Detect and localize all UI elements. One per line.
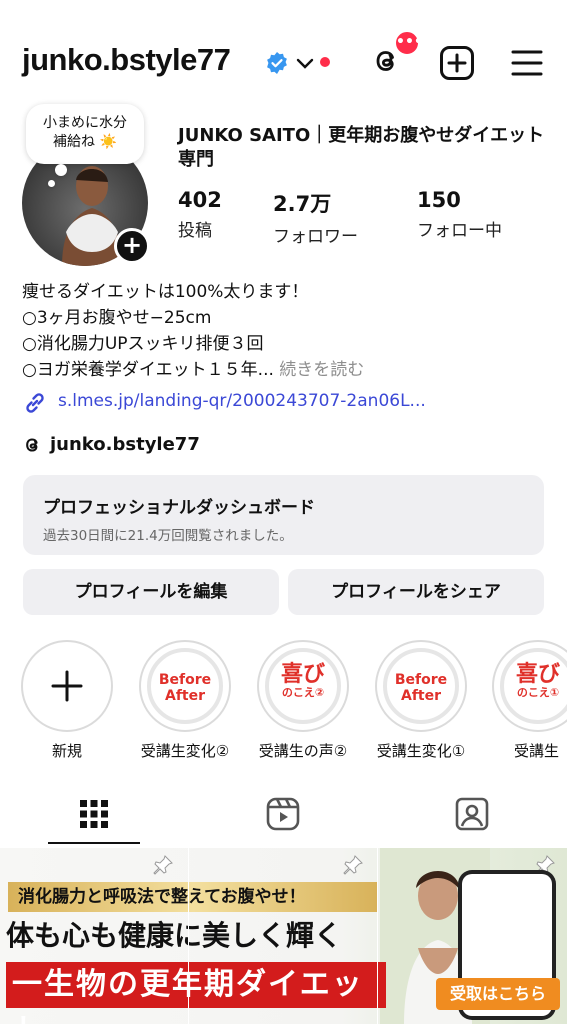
tagged-tab-icon[interactable] — [454, 796, 490, 832]
highlight-ring: Before After — [139, 640, 231, 732]
highlight-label: 受講生の声② — [258, 742, 348, 760]
bio: 痩せるダイエットは100%太ります！ ○3ヶ月お腹やせ−25cm ○消化腸力UP… — [22, 279, 552, 383]
highlight-item[interactable]: 喜び のこえ② 受講生の声② — [256, 640, 350, 761]
highlight-ring: 喜び のこえ① — [492, 640, 567, 732]
stat-label: フォロワー — [273, 227, 358, 247]
verified-badge-icon — [267, 52, 287, 74]
pin-icon — [343, 855, 363, 875]
profile-tabs — [0, 786, 567, 846]
bio-line: ○ヨガ栄養学ダイエット１５年... 続きを読む — [22, 357, 552, 383]
threads-handle: junko.bstyle77 — [50, 434, 200, 455]
add-story-plus-icon[interactable]: + — [114, 228, 150, 264]
highlight-cover: Before After — [147, 648, 223, 724]
highlight-label: 受講生変化② — [140, 742, 230, 760]
highlight-ring: 喜び のこえ② — [257, 640, 349, 732]
bio-line: 痩せるダイエットは100%太ります！ — [22, 282, 309, 302]
post-tagline: 一生物の更年期ダイエット — [6, 962, 386, 1024]
share-profile-button[interactable]: プロフィールをシェア — [288, 569, 544, 615]
bio-link-text: s.lmes.jp/landing-qr/2000243707-2an06L..… — [58, 391, 426, 411]
stat-label: フォロー中 — [417, 221, 502, 241]
cover-sub: のこえ② — [281, 686, 325, 699]
chevron-down-icon[interactable] — [296, 58, 314, 70]
profile-note-bubble[interactable]: 小まめに水分 補給ね ☀️ — [26, 104, 144, 164]
threads-small-icon — [26, 438, 38, 452]
grid-tab-icon[interactable] — [76, 796, 112, 832]
top-bar: junko.bstyle77 ••• — [0, 28, 567, 96]
grid-post[interactable]: 消化腸力と呼吸法で整えてお腹やせ！ 体も心も健康に美しく輝く 一生物の更年期ダイ… — [0, 848, 567, 1024]
stat-number: 2.7万 — [273, 192, 332, 216]
highlight-cover: 喜び のこえ① — [500, 648, 567, 724]
stat-label: 投稿 — [178, 221, 212, 241]
notification-dot — [320, 57, 330, 67]
highlight-ring: Before After — [375, 640, 467, 732]
threads-notification-badge: ••• — [394, 30, 423, 56]
cover-sub: のこえ① — [516, 686, 560, 699]
post-headline: 消化腸力と呼吸法で整えてお腹やせ！ — [8, 882, 378, 912]
highlight-ring — [21, 640, 113, 732]
grid-divider — [188, 848, 189, 1024]
highlight-item[interactable]: Before After 受講生変化① — [374, 640, 468, 761]
reels-tab-icon[interactable] — [265, 796, 301, 832]
create-plus-icon[interactable] — [439, 45, 475, 81]
note-line: 小まめに水分 — [43, 115, 127, 131]
note-bubble-tail — [48, 180, 55, 187]
stat-following[interactable]: 150 フォロー中 — [417, 188, 502, 241]
grid-divider — [377, 848, 378, 1024]
bio-line-text: ○ヨガ栄養学ダイエット１５年... — [22, 360, 274, 380]
stat-posts[interactable]: 402 投稿 — [178, 188, 222, 241]
read-more-link[interactable]: 続きを読む — [279, 360, 364, 380]
link-icon — [26, 393, 44, 413]
bio-line: ○3ヶ月お腹やせ−25cm — [22, 308, 212, 328]
highlight-new[interactable]: 新規 — [20, 640, 114, 761]
note-line: 補給ね ☀️ — [53, 134, 117, 150]
post-grid: 消化腸力と呼吸法で整えてお腹やせ！ 体も心も健康に美しく輝く 一生物の更年期ダイ… — [0, 848, 567, 1024]
highlight-cover: 喜び のこえ② — [265, 648, 341, 724]
stat-number: 402 — [178, 188, 222, 212]
display-name: JUNKO SAITO｜更年期お腹やせダイエット専門 — [178, 125, 545, 170]
post-subheadline: 体も心も健康に美しく輝く — [6, 919, 343, 952]
stat-number: 150 — [417, 188, 461, 212]
stat-followers[interactable]: 2.7万 フォロワー — [273, 188, 358, 247]
cover-main: 喜び — [515, 662, 560, 687]
highlight-cover: Before After — [383, 648, 459, 724]
hamburger-menu-icon[interactable] — [510, 48, 544, 78]
plus-icon — [51, 670, 83, 702]
highlight-item[interactable]: 喜び のこえ① 受講生 — [492, 640, 567, 761]
professional-dashboard-card[interactable]: プロフェッショナルダッシュボード 過去30日間に21.4万回閲覧されました。 — [23, 475, 544, 555]
edit-profile-button[interactable]: プロフィールを編集 — [23, 569, 279, 615]
post-cta-button[interactable]: 受取はこちら — [436, 978, 560, 1010]
dashboard-subtitle: 過去30日間に21.4万回閲覧されました。 — [43, 528, 293, 544]
highlight-label: 受講生 — [514, 742, 560, 760]
pin-icon — [153, 855, 173, 875]
highlight-label: 受講生変化① — [376, 742, 466, 760]
active-tab-indicator — [48, 842, 140, 844]
bio-line: ○消化腸力UPスッキリ排便３回 — [22, 334, 264, 354]
note-bubble-tail — [55, 164, 67, 176]
dashboard-title: プロフェッショナルダッシュボード — [43, 498, 315, 518]
highlight-item[interactable]: Before After 受講生変化② — [138, 640, 232, 761]
username-title[interactable]: junko.bstyle77 — [22, 42, 231, 78]
cover-main: 喜び — [280, 662, 325, 687]
highlight-label: 新規 — [51, 742, 82, 760]
